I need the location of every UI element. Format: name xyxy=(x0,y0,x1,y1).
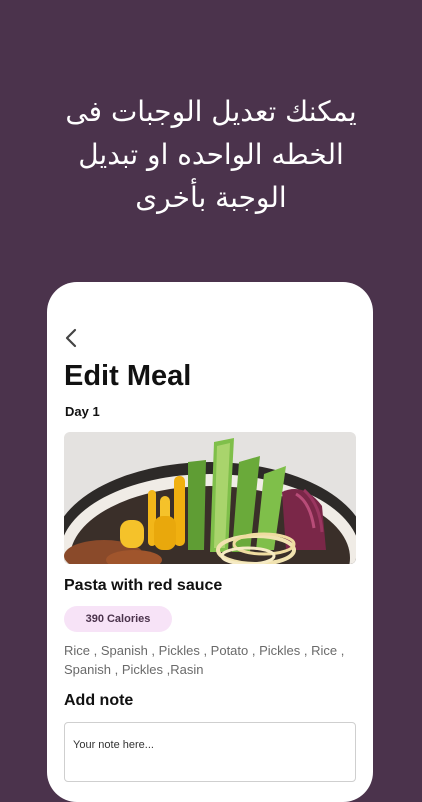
meal-name: Pasta with red sauce xyxy=(64,577,223,594)
promo-line-3: الوجبة بأخرى xyxy=(135,181,287,214)
day-label: Day 1 xyxy=(65,404,100,419)
page-title: Edit Meal xyxy=(64,360,192,392)
note-label: Add note xyxy=(64,692,134,709)
promo-heading: يمكنك تعديل الوجبات فى الخطه الواحده او … xyxy=(20,90,402,219)
meal-image xyxy=(64,432,356,564)
calories-badge: 390 Calories xyxy=(64,606,172,632)
meal-photo xyxy=(64,432,356,564)
ingredients-text: Rice , Spanish , Pickles , Potato , Pick… xyxy=(64,643,345,677)
chevron-left-icon xyxy=(65,328,77,348)
back-button[interactable] xyxy=(60,326,84,350)
promo-line-1: يمكنك تعديل الوجبات فى xyxy=(65,95,357,128)
note-field[interactable] xyxy=(64,722,356,782)
promo-line-2: الخطه الواحده او تبديل xyxy=(78,138,344,171)
